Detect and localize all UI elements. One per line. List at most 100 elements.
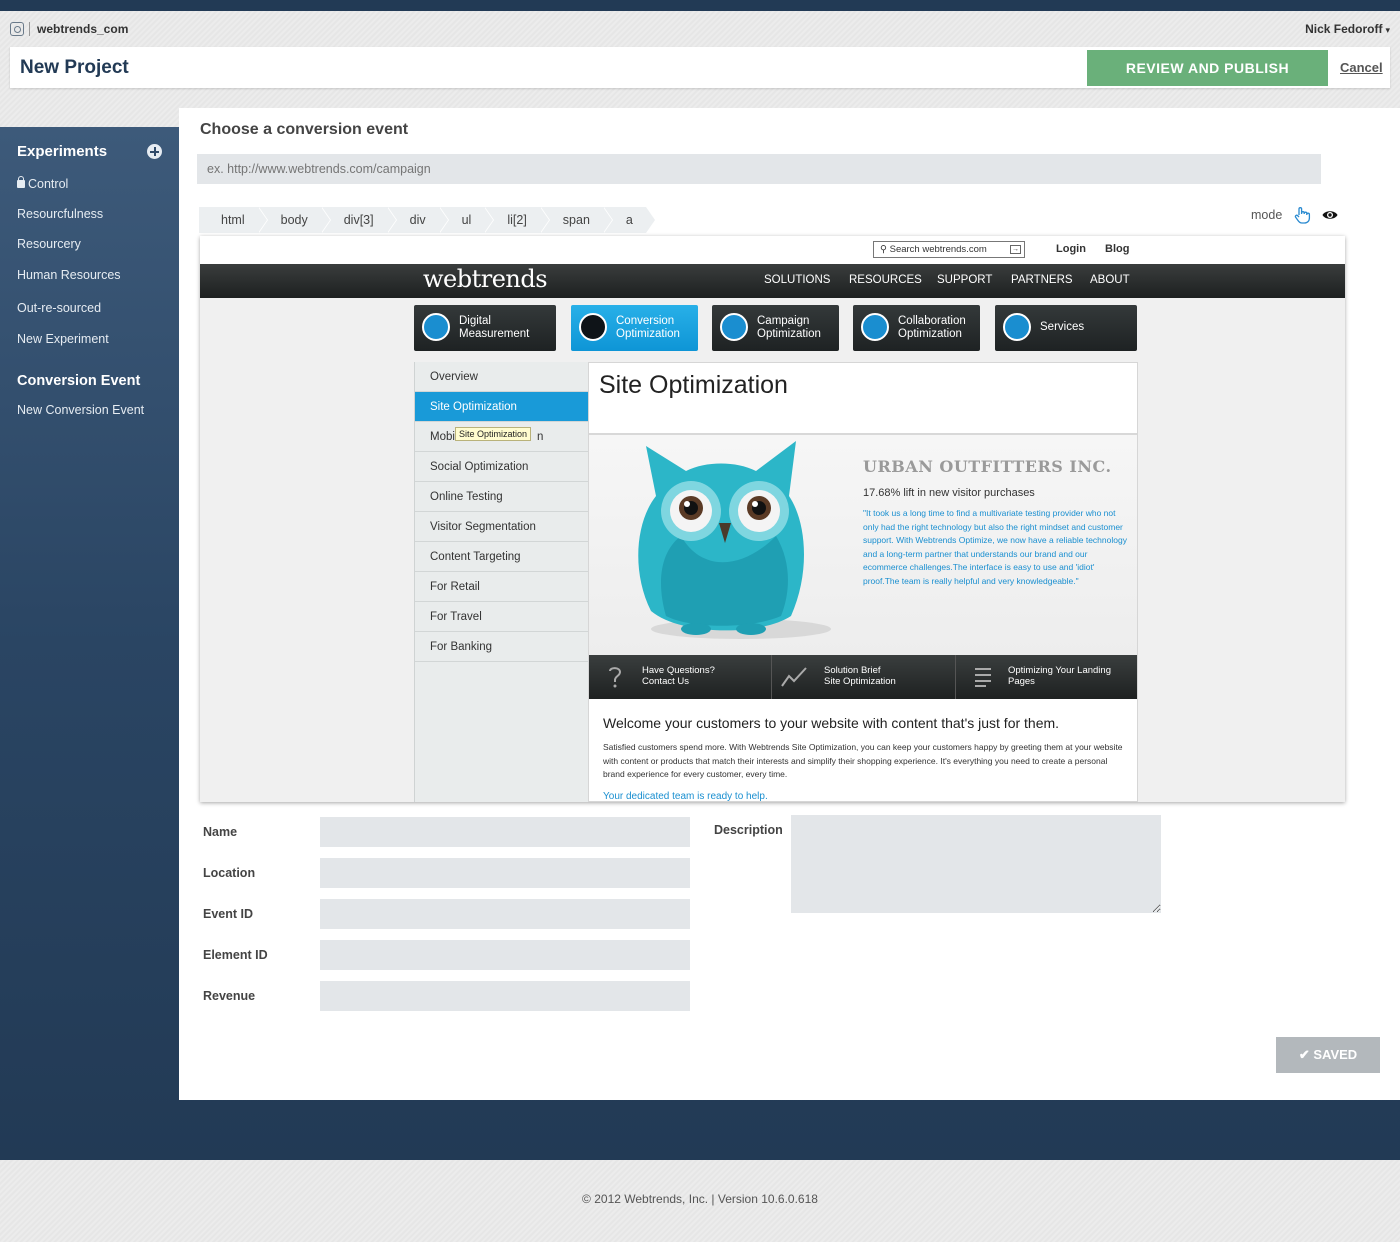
- preview-menu-item[interactable]: For Banking: [415, 632, 589, 662]
- instagram-icon: [10, 22, 24, 36]
- event-id-label: Event ID: [203, 907, 254, 921]
- preview-menu-item[interactable]: Visitor Segmentation: [415, 512, 589, 542]
- preview-menu-item[interactable]: For Travel: [415, 602, 589, 632]
- preview-link-landing-pages[interactable]: Optimizing Your Landing Pages: [1008, 665, 1111, 687]
- user-name: Nick Fedoroff: [1305, 22, 1383, 36]
- user-menu[interactable]: Nick Fedoroff ▾: [1305, 22, 1390, 36]
- preview-menu-item[interactable]: Overview: [415, 362, 589, 392]
- preview-tile-campaign-optimization[interactable]: Campaign Optimization: [712, 305, 839, 351]
- cancel-link[interactable]: Cancel: [1340, 60, 1383, 75]
- cube-icon: [861, 313, 889, 341]
- search-icon: ⚲: [880, 244, 890, 255]
- preview-hero: URBAN OUTFITTERS INC. 17.68% lift in new…: [589, 433, 1137, 655]
- add-experiment-icon[interactable]: [147, 144, 162, 159]
- breadcrumb: html body div[3] div ul li[2] span a: [199, 207, 656, 233]
- mode-label: mode: [1251, 208, 1283, 222]
- name-field[interactable]: [320, 817, 690, 847]
- preview-nav-solutions[interactable]: SOLUTIONS: [764, 274, 830, 286]
- webtrends-logo[interactable]: webtrends: [423, 265, 548, 293]
- question-mark-icon: [609, 667, 622, 688]
- url-input[interactable]: [197, 154, 1321, 184]
- preview-nav-about[interactable]: ABOUT: [1090, 274, 1130, 286]
- description-label: Description: [714, 823, 783, 837]
- monitor-icon: [579, 313, 607, 341]
- tile-line: Measurement: [459, 328, 530, 340]
- preview-tile-collaboration-optimization[interactable]: Collaboration Optimization: [853, 305, 980, 351]
- revenue-label: Revenue: [203, 989, 256, 1003]
- tile-label: Collaboration Optimization: [898, 315, 966, 341]
- link-line: Pages: [1008, 676, 1035, 687]
- trend-line-icon: [781, 667, 807, 687]
- tile-line: Optimization: [757, 328, 821, 340]
- preview-team-link[interactable]: Your dedicated team is ready to help.: [603, 791, 768, 802]
- arrows-icon: [720, 313, 748, 341]
- tile-label: Campaign Optimization: [757, 315, 821, 341]
- preview-nav-resources[interactable]: RESOURCES: [849, 274, 922, 286]
- lift-stat: 17.68% lift in new visitor purchases: [863, 487, 1035, 499]
- saved-label: SAVED: [1313, 1047, 1358, 1062]
- saved-button[interactable]: ✔ SAVED: [1276, 1037, 1380, 1073]
- link-line: Contact Us: [642, 676, 689, 687]
- tile-label: Conversion Optimization: [616, 315, 680, 341]
- preview-blog-link[interactable]: Blog: [1105, 243, 1129, 255]
- preview-search-box[interactable]: ⚲ Search webtrends.com →: [873, 241, 1025, 258]
- preview-tile-digital-measurement[interactable]: Digital Measurement: [414, 305, 556, 351]
- divider: [771, 655, 772, 699]
- account-bar: webtrends_com Nick Fedoroff ▾: [0, 11, 1400, 47]
- preview-menu-item[interactable]: Online Testing: [415, 482, 589, 512]
- eye-icon[interactable]: [1322, 209, 1338, 221]
- experiments-heading: Experiments: [17, 143, 108, 160]
- preview-tile-services[interactable]: Services: [995, 305, 1137, 351]
- preview-menu-item[interactable]: Content Targeting: [415, 542, 589, 572]
- account-name[interactable]: webtrends_com: [37, 22, 128, 36]
- check-icon: ✔: [1298, 1047, 1314, 1062]
- name-label: Name: [203, 825, 238, 839]
- main-panel: Choose a conversion event html body div[…: [179, 108, 1400, 1100]
- preview-search-text: Search webtrends.com: [889, 244, 987, 255]
- sidebar-item-new-experiment[interactable]: New Experiment: [17, 332, 109, 346]
- sidebar-item-resourcery[interactable]: Resourcery: [17, 237, 81, 251]
- sidebar-item-new-conversion-event[interactable]: New Conversion Event: [17, 403, 144, 417]
- preview-nav-partners[interactable]: PARTNERS: [1011, 274, 1073, 286]
- sidebar-item-out-re-sourced[interactable]: Out-re-sourced: [17, 301, 101, 315]
- breadcrumb-item[interactable]: html: [199, 207, 268, 233]
- event-id-field[interactable]: [320, 899, 690, 929]
- sidebar-item-human-resources[interactable]: Human Resources: [17, 268, 121, 282]
- preview-menu-item[interactable]: Social Optimization: [415, 452, 589, 482]
- section-title: Choose a conversion event: [200, 121, 409, 138]
- preview-login-link[interactable]: Login: [1056, 243, 1086, 255]
- arrow-right-icon: →: [1010, 245, 1021, 254]
- tile-line: Conversion: [616, 315, 675, 327]
- element-id-field[interactable]: [320, 940, 690, 970]
- tile-line: Optimization: [616, 328, 680, 340]
- sidebar-item-control[interactable]: Control: [17, 176, 68, 191]
- preview-menu-item-active[interactable]: Site Optimization: [415, 392, 601, 422]
- bar-chart-icon: [422, 313, 450, 341]
- lock-icon: [17, 176, 25, 188]
- tile-label: Services: [1040, 321, 1085, 333]
- preview-tile-conversion-optimization[interactable]: Conversion Optimization: [571, 305, 698, 351]
- preview-menu-item[interactable]: For Retail: [415, 572, 589, 602]
- company-name: URBAN OUTFITTERS INC.: [863, 457, 1112, 476]
- page-preview[interactable]: ⚲ Search webtrends.com → Login Blog webt…: [200, 236, 1345, 802]
- footer: © 2012 Webtrends, Inc. | Version 10.6.0.…: [582, 1192, 818, 1206]
- preview-navbar: webtrends SOLUTIONS RESOURCES SUPPORT PA…: [200, 264, 1345, 298]
- review-and-publish-button[interactable]: REVIEW AND PUBLISH: [1087, 50, 1328, 86]
- preview-link-contact[interactable]: Have Questions? Contact Us: [642, 665, 715, 687]
- description-field[interactable]: [791, 815, 1161, 913]
- preview-nav-support[interactable]: SUPPORT: [937, 274, 992, 286]
- element-id-label: Element ID: [203, 948, 268, 962]
- owl-image: [638, 441, 831, 639]
- revenue-field[interactable]: [320, 981, 690, 1011]
- sidebar-item-resourcfulness[interactable]: Resourcfulness: [17, 207, 103, 221]
- divider: [955, 655, 956, 699]
- link-line: Site Optimization: [824, 676, 896, 687]
- sidebar: Experiments Control Resourcfulness Resou…: [0, 127, 179, 1100]
- link-line: Have Questions?: [642, 665, 715, 676]
- tile-line: Campaign: [757, 315, 810, 327]
- pointer-hand-icon[interactable]: [1294, 206, 1311, 224]
- location-field[interactable]: [320, 858, 690, 888]
- menu-text: n: [536, 431, 544, 443]
- preview-link-solution-brief[interactable]: Solution Brief Site Optimization: [824, 665, 896, 687]
- preview-welcome: Welcome your customers to your website w…: [603, 715, 1060, 731]
